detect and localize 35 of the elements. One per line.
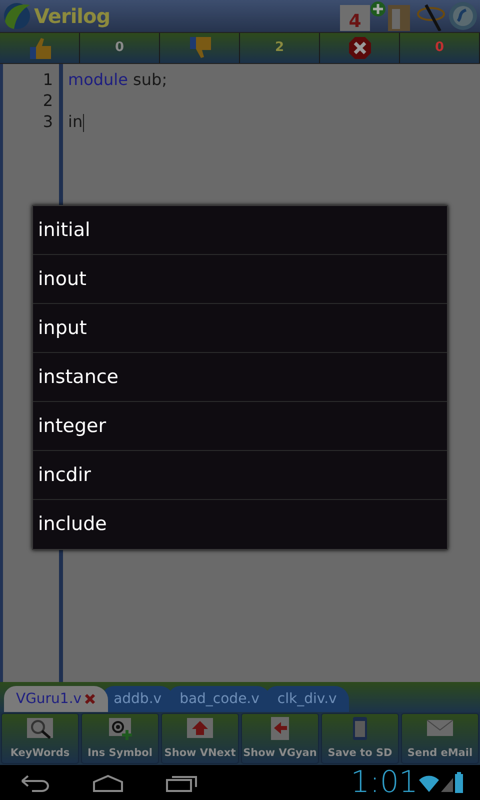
code-line: in — [68, 112, 83, 131]
close-icon[interactable] — [84, 693, 96, 705]
count-text: 2 — [274, 39, 284, 58]
suggestion-item[interactable]: initial — [33, 206, 447, 255]
error-icon[interactable] — [348, 36, 372, 60]
file-tab[interactable]: VGuru1.v — [4, 686, 108, 712]
logo-icon — [2, 1, 32, 31]
battery-icon — [454, 772, 464, 794]
toolbar-button[interactable]: KeyWords — [1, 713, 79, 764]
toolbar-button[interactable]: Save to SD — [321, 713, 399, 764]
toolbar-button[interactable]: Show VGyan — [241, 713, 319, 764]
globe-icon[interactable] — [448, 1, 478, 31]
count-text: 0 — [434, 39, 444, 58]
line-number: 2 — [42, 91, 53, 110]
suggestion-item[interactable]: inout — [33, 255, 447, 304]
arrow-up-icon — [185, 716, 215, 741]
line-number: 3 — [42, 112, 53, 131]
home-icon[interactable] — [90, 772, 126, 792]
suggestion-item[interactable]: instance — [33, 353, 447, 402]
code-line: module sub; — [68, 70, 168, 89]
count-text: 0 — [114, 39, 124, 58]
toolbar-button[interactable]: Ins Symbol — [81, 713, 159, 764]
new-file-button[interactable]: 4 — [340, 5, 370, 31]
toolbar-button[interactable]: Show VNext — [161, 713, 239, 764]
plus-icon — [370, 1, 386, 17]
suggestion-item[interactable]: include — [33, 500, 447, 549]
line-number: 1 — [42, 70, 53, 89]
app-title: Verilog — [34, 3, 110, 30]
suggestion-item[interactable]: integer — [33, 402, 447, 451]
file-tab[interactable]: clk_div.v — [265, 686, 349, 712]
search-icon — [25, 716, 55, 741]
toolbar-button[interactable]: Send eMail — [401, 713, 479, 764]
suggestion-item[interactable]: input — [33, 304, 447, 353]
suggestion-item[interactable]: incdir — [33, 451, 447, 500]
clock-text: 1:01 — [350, 768, 418, 798]
